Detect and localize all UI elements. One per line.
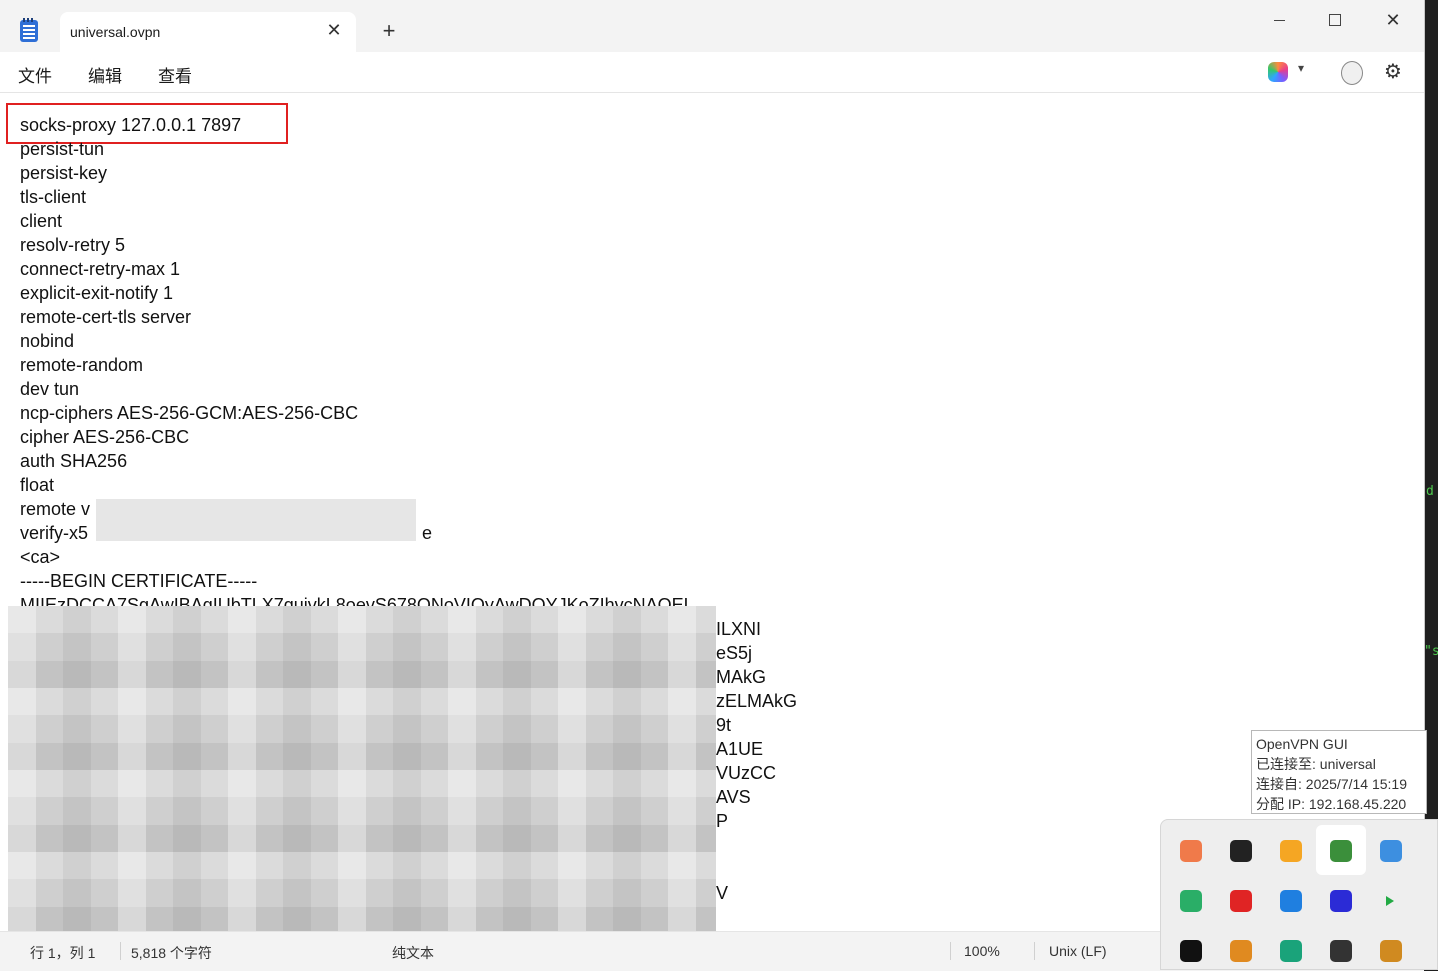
editor-line-fragment: VUzCC — [716, 763, 777, 783]
editor-line: <ca> — [20, 547, 61, 567]
search-circle-icon[interactable] — [1230, 940, 1252, 962]
tab-universal-ovpn[interactable]: universal.ovpn ✕ — [60, 12, 356, 52]
editor-line: -----BEGIN CERTIFICATE----- — [20, 571, 258, 591]
chat-app-icon[interactable] — [1330, 890, 1352, 912]
maximize-button[interactable] — [1312, 6, 1358, 34]
play-arrow-icon[interactable] — [1386, 896, 1394, 906]
tooltip-connected-since: 连接自: 2025/7/14 15:19 — [1256, 776, 1407, 792]
tab-title: universal.ovpn — [70, 24, 161, 40]
editor-line: auth SHA256 — [20, 451, 128, 471]
redacted-area — [96, 499, 416, 541]
editor-line: ncp-ciphers AES-256-GCM:AES-256-CBC — [20, 403, 359, 423]
editor-line: remote-cert-tls server — [20, 307, 192, 327]
tooltip-title: OpenVPN GUI — [1256, 736, 1348, 752]
character-count: 5,818 个字符 — [131, 945, 212, 961]
lightning-app-icon[interactable] — [1280, 890, 1302, 912]
editor-line: persist-tun — [20, 139, 105, 159]
editor-line: client — [20, 211, 63, 231]
chart-app-icon[interactable] — [1230, 890, 1252, 912]
menu-file[interactable]: 文件 — [18, 62, 52, 87]
text-editor[interactable]: socks-proxy 127.0.0.1 7897 persist-tun p… — [0, 93, 1424, 931]
chevron-down-icon[interactable]: ▾ — [1298, 61, 1304, 75]
file-format: 纯文本 — [392, 945, 434, 961]
editor-line-fragment: ILXNI — [716, 619, 762, 639]
cursor-position: 行 1，列 1 — [30, 945, 96, 961]
photo-icon[interactable] — [1380, 840, 1402, 862]
openvpn-tooltip: OpenVPN GUI 已连接至: universal 连接自: 2025/7/… — [1251, 730, 1427, 814]
tooltip-assigned-ip: 分配 IP: 192.168.45.220 — [1256, 796, 1407, 812]
editor-line: persist-key — [20, 163, 108, 183]
editor-line: dev tun — [20, 379, 80, 399]
editor-line-fragment: MAkG — [716, 667, 767, 687]
system-tray-overflow — [1160, 819, 1438, 970]
editor-line-fragment: 9t — [716, 715, 732, 735]
editor-line: nobind — [20, 331, 75, 351]
status-divider — [950, 942, 951, 960]
cat-icon[interactable] — [1180, 840, 1202, 862]
new-tab-button[interactable]: + — [376, 18, 402, 44]
editor-line: cipher AES-256-CBC — [20, 427, 190, 447]
wechat-icon[interactable] — [1180, 890, 1202, 912]
terminal-glyph: "s — [1424, 644, 1438, 659]
menu-view[interactable]: 查看 — [158, 62, 192, 87]
sliders-icon[interactable] — [1230, 840, 1252, 862]
editor-line: resolv-retry 5 — [20, 235, 126, 255]
zoom-level: 100% — [964, 943, 1000, 959]
maximize-icon — [1329, 14, 1341, 27]
copilot-icon[interactable] — [1268, 62, 1288, 82]
editor-line: explicit-exit-notify 1 — [20, 283, 174, 303]
editor-line: float — [20, 475, 55, 495]
editor-line: remote-random — [20, 355, 144, 375]
pixelated-redaction — [8, 606, 716, 931]
openvpn-monitor-icon[interactable] — [1330, 840, 1352, 862]
close-tab-icon[interactable]: ✕ — [324, 20, 344, 41]
account-avatar-icon[interactable] — [1341, 61, 1363, 85]
window-app-icon[interactable] — [1380, 940, 1402, 962]
editor-line-fragment: V — [716, 883, 729, 903]
editor-line: tls-client — [20, 187, 87, 207]
editor-line: remote v — [20, 499, 91, 519]
minimize-button[interactable] — [1256, 6, 1302, 34]
status-divider — [120, 942, 121, 960]
editor-line: verify-x5 — [20, 523, 89, 543]
title-bar: universal.ovpn ✕ + ✕ — [0, 0, 1424, 52]
editor-line: connect-retry-max 1 — [20, 259, 181, 279]
bookmark-icon[interactable] — [1180, 940, 1202, 962]
status-divider — [1034, 942, 1035, 960]
editor-line-fragment: AVS — [716, 787, 751, 807]
close-window-button[interactable]: ✕ — [1370, 6, 1416, 34]
edge-icon[interactable] — [1280, 940, 1302, 962]
editor-line-fragment: A1UE — [716, 739, 764, 759]
fruit-check-icon[interactable] — [1280, 840, 1302, 862]
notepad-app-icon — [20, 18, 38, 42]
editor-line-fragment: eS5j — [716, 643, 753, 663]
menu-edit[interactable]: 编辑 — [88, 62, 122, 87]
editor-line-fragment: P — [716, 811, 729, 831]
line-ending: Unix (LF) — [1049, 943, 1107, 959]
editor-line-fragment: zELMAkG — [716, 691, 798, 711]
tooltip-connected-to: 已连接至: universal — [1256, 756, 1376, 772]
usb-drive-icon[interactable] — [1330, 940, 1352, 962]
minimize-icon — [1273, 19, 1285, 21]
terminal-glyph: d — [1426, 484, 1434, 499]
gear-icon[interactable]: ⚙ — [1384, 59, 1402, 84]
menu-bar: 文件 编辑 查看 ▾ ⚙ — [0, 52, 1424, 93]
editor-line-fragment: e — [422, 523, 433, 543]
